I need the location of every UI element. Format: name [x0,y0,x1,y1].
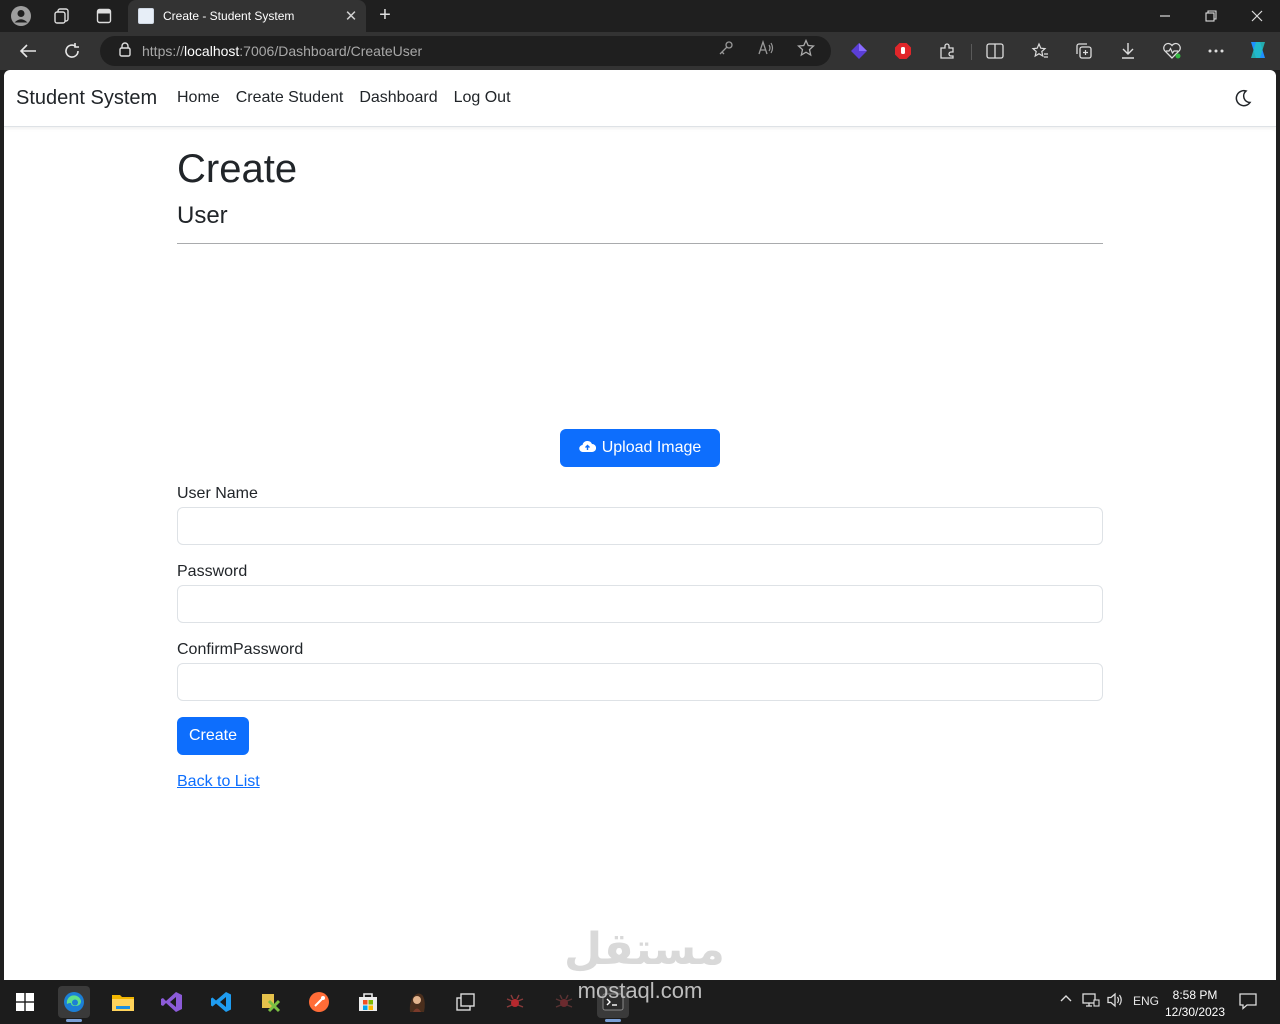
nav-links: Home Create Student Dashboard Log Out [177,89,527,107]
create-button[interactable]: Create [177,717,249,755]
page-viewport: Student System Home Create Student Dashb… [4,70,1276,980]
tray-chevron-up-icon[interactable] [1059,992,1073,1009]
lock-icon[interactable] [118,41,132,62]
notifications-icon[interactable] [1239,992,1257,1013]
restore-icon[interactable] [1188,0,1234,32]
toolbar-divider [971,44,972,60]
browser-toolbar: https://localhost:7006/Dashboard/CreateU… [0,32,1280,70]
windows-start-icon[interactable] [9,986,41,1018]
volume-icon[interactable] [1106,992,1124,1011]
browser-essentials-icon[interactable] [1162,41,1182,61]
password-key-icon[interactable] [716,39,736,57]
nav-link-log-out[interactable]: Log Out [454,89,511,107]
workspaces-icon[interactable] [51,5,73,27]
nav-link-home[interactable]: Home [177,89,220,107]
page-subtitle: User [177,202,228,229]
task-view-icon[interactable] [450,986,482,1018]
extension-adblock-icon[interactable] [893,41,913,61]
file-explorer-icon[interactable] [107,986,139,1018]
app-portrait-icon[interactable] [401,986,433,1018]
downloads-icon[interactable] [1118,41,1138,61]
username-field[interactable] [177,507,1103,545]
visual-studio-icon[interactable] [156,986,188,1018]
navbar-brand[interactable]: Student System [16,87,157,110]
close-window-icon[interactable] [1234,0,1280,32]
page-title: Create [177,147,298,191]
back-to-list-link[interactable]: Back to List [177,773,260,791]
new-tab-icon[interactable]: + [374,4,396,26]
read-aloud-icon[interactable] [756,39,776,57]
nav-link-dashboard[interactable]: Dashboard [359,89,437,107]
watermark-arabic: مستقل [564,924,725,975]
split-screen-icon[interactable] [985,41,1005,61]
nav-link-create-student[interactable]: Create Student [236,89,344,107]
url-text[interactable]: https://localhost:7006/Dashboard/CreateU… [142,43,422,59]
collections-icon[interactable] [1074,41,1094,61]
clock-date: 12/30/2023 [1164,1005,1226,1019]
system-clock[interactable]: 8:58 PM 12/30/2023 [1160,987,1230,1021]
confirm-password-field[interactable] [177,663,1103,701]
username-label: User Name [177,485,258,502]
extension-purple-icon[interactable] [849,41,869,61]
password-label: Password [177,563,248,580]
minimize-icon[interactable] [1142,0,1188,32]
browser-tab-active[interactable]: Create - Student System ✕ [128,0,366,32]
moon-icon[interactable] [1234,89,1254,109]
tab-actions-icon[interactable] [93,5,115,27]
upload-image-label: Upload Image [601,439,702,456]
confirm-password-label: ConfirmPassword [177,641,304,658]
edge-browser-icon[interactable] [58,986,90,1022]
browser-titlebar: Create - Student System ✕ + [0,0,1280,32]
tab-title: Create - Student System [163,9,295,23]
cloud-upload-icon [578,439,596,458]
site-navbar: Student System Home Create Student Dashb… [4,70,1276,127]
tab-close-icon[interactable]: ✕ [340,5,362,27]
favorites-icon[interactable] [1030,41,1050,61]
language-indicator[interactable]: ENG [1133,994,1159,1008]
page-favicon-icon [138,8,154,24]
postman-icon[interactable] [303,986,335,1018]
back-arrow-icon[interactable] [15,39,41,63]
network-icon[interactable] [1082,992,1100,1011]
copilot-icon[interactable] [1246,38,1270,62]
favorite-star-icon[interactable] [796,39,816,57]
profile-icon[interactable] [10,5,32,27]
vscode-icon[interactable] [205,986,237,1018]
watermark-latin: mostaql.com [577,978,703,1003]
refresh-icon[interactable] [59,39,85,63]
debugger-bug-icon[interactable] [499,986,531,1018]
extensions-puzzle-icon[interactable] [937,41,957,61]
sql-tool-icon[interactable] [254,986,286,1018]
password-field[interactable] [177,585,1103,623]
divider [177,243,1103,244]
microsoft-store-icon[interactable] [352,986,384,1018]
upload-image-button[interactable]: Upload Image [560,429,720,467]
watermark: مستقل [564,924,725,975]
clock-time: 8:58 PM [1172,988,1218,1002]
more-menu-icon[interactable] [1206,41,1226,61]
